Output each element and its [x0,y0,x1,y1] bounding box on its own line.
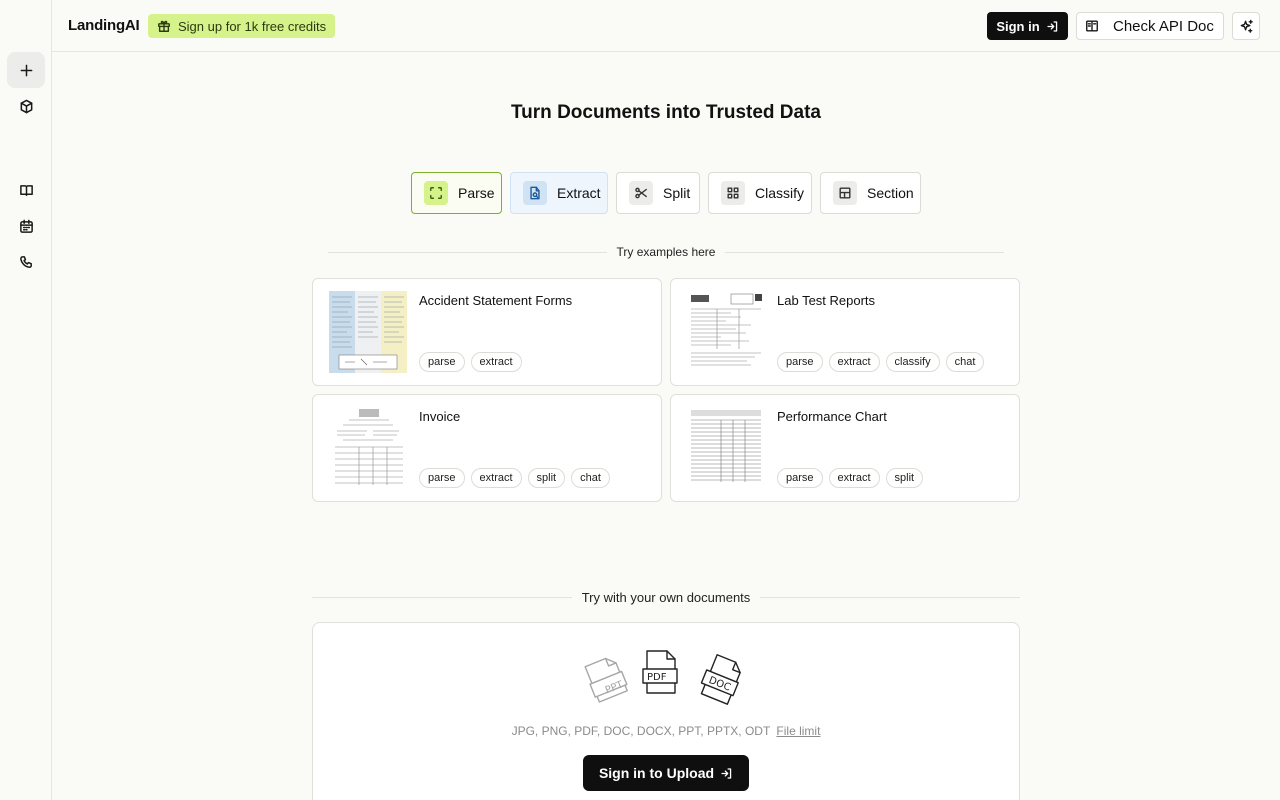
card-title: Accident Statement Forms [419,293,573,308]
grid-icon [721,181,745,205]
tag-chip: extract [470,352,522,372]
tag-chip: extract [470,468,522,488]
examples-divider: Try examples here [328,245,1004,259]
promo-badge[interactable]: Sign up for 1k free credits [148,14,336,38]
tag-chip: split [527,468,566,488]
sign-in-to-upload-button[interactable]: Sign in to Upload [583,755,749,791]
tag-chip: chat [571,468,610,488]
layout-icon [833,181,857,205]
tab-classify[interactable]: Classify [708,172,812,214]
tag-chip: classify [885,352,940,372]
tab-section[interactable]: Section [820,172,921,214]
sign-in-label: Sign in [996,18,1040,34]
svg-text:PDF: PDF [647,672,667,683]
login-icon [721,767,732,779]
brand-logo[interactable]: LandingAI [68,17,140,34]
tab-label: Classify [755,185,805,201]
ai-assistant-button[interactable] [1232,12,1260,40]
sparkle-icon [1240,19,1253,33]
tag-chip: parse [777,468,823,488]
tag-chip: extract [828,468,880,488]
api-doc-button[interactable]: Check API Doc [1076,12,1224,40]
tab-label: Parse [458,185,495,201]
tag-list: parse extract classify chat [777,352,985,372]
example-card-performance[interactable]: Performance Chart parse extract split [670,394,1020,502]
top-bar: LandingAI Sign up for 1k free credits Si… [52,0,1280,52]
card-title: Invoice [419,409,461,424]
tab-label: Section [867,185,914,201]
tab-label: Extract [557,185,601,201]
supported-formats: JPG, PNG, PDF, DOC, DOCX, PPT, PPTX, ODT… [313,724,1019,738]
cube-icon [20,99,32,113]
calendar-icon [19,219,33,233]
document-thumbnail [329,407,407,489]
document-thumbnail [329,291,407,373]
tag-chip: chat [945,352,985,372]
phone-icon [19,255,32,268]
gift-icon [158,20,170,32]
contact-button[interactable] [7,244,45,280]
promo-text: Sign up for 1k free credits [178,18,327,34]
sidebar [0,0,52,800]
own-docs-label: Try with your own documents [581,590,751,605]
mode-tabs: Parse Extract Split Classify Section [0,172,1280,214]
tag-chip: extract [828,352,880,372]
tag-list: parse extract [419,352,522,372]
example-card-accident[interactable]: Accident Statement Forms parse extract [312,278,662,386]
tag-chip: split [885,468,924,488]
file-search-icon [523,181,547,205]
new-button[interactable] [7,52,45,88]
example-card-lab[interactable]: Lab Test Reports parse extract classify … [670,278,1020,386]
scissors-icon [629,181,653,205]
login-icon [1047,20,1057,32]
page-title: Turn Documents into Trusted Data [510,102,821,123]
document-thumbnail [687,407,765,489]
api-doc-label: Check API Doc [1113,17,1214,35]
tag-list: parse extract split [777,468,924,488]
plus-icon [20,64,32,76]
tag-chip: parse [419,352,465,372]
tab-parse[interactable]: Parse [411,172,502,214]
card-title: Lab Test Reports [777,293,876,308]
cube-button[interactable] [7,88,45,124]
example-card-invoice[interactable]: Invoice parse extract split chat [312,394,662,502]
upload-dropzone[interactable]: PPT PDF DOC JPG, PNG, PDF, DOC, DOCX, PP… [312,622,1020,800]
scan-icon [424,181,448,205]
tag-chip: parse [419,468,465,488]
card-title: Performance Chart [777,409,887,424]
tag-list: parse extract split chat [419,468,610,488]
upload-button-label: Sign in to Upload [598,765,715,781]
file-type-illustration: PPT PDF DOC [581,647,757,713]
tab-split[interactable]: Split [616,172,700,214]
book-open-icon [1086,20,1098,32]
tab-label: Split [663,185,691,201]
file-limit-link[interactable]: File limit [776,724,820,738]
examples-label: Try examples here [616,245,716,259]
own-docs-divider: Try with your own documents [312,590,1020,605]
tag-chip: parse [777,352,823,372]
ppt-file-icon [584,657,628,703]
sign-in-button[interactable]: Sign in [987,12,1068,40]
formats-text: JPG, PNG, PDF, DOC, DOCX, PPT, PPTX, ODT [511,724,771,738]
document-thumbnail [687,291,765,373]
tab-extract[interactable]: Extract [510,172,608,214]
